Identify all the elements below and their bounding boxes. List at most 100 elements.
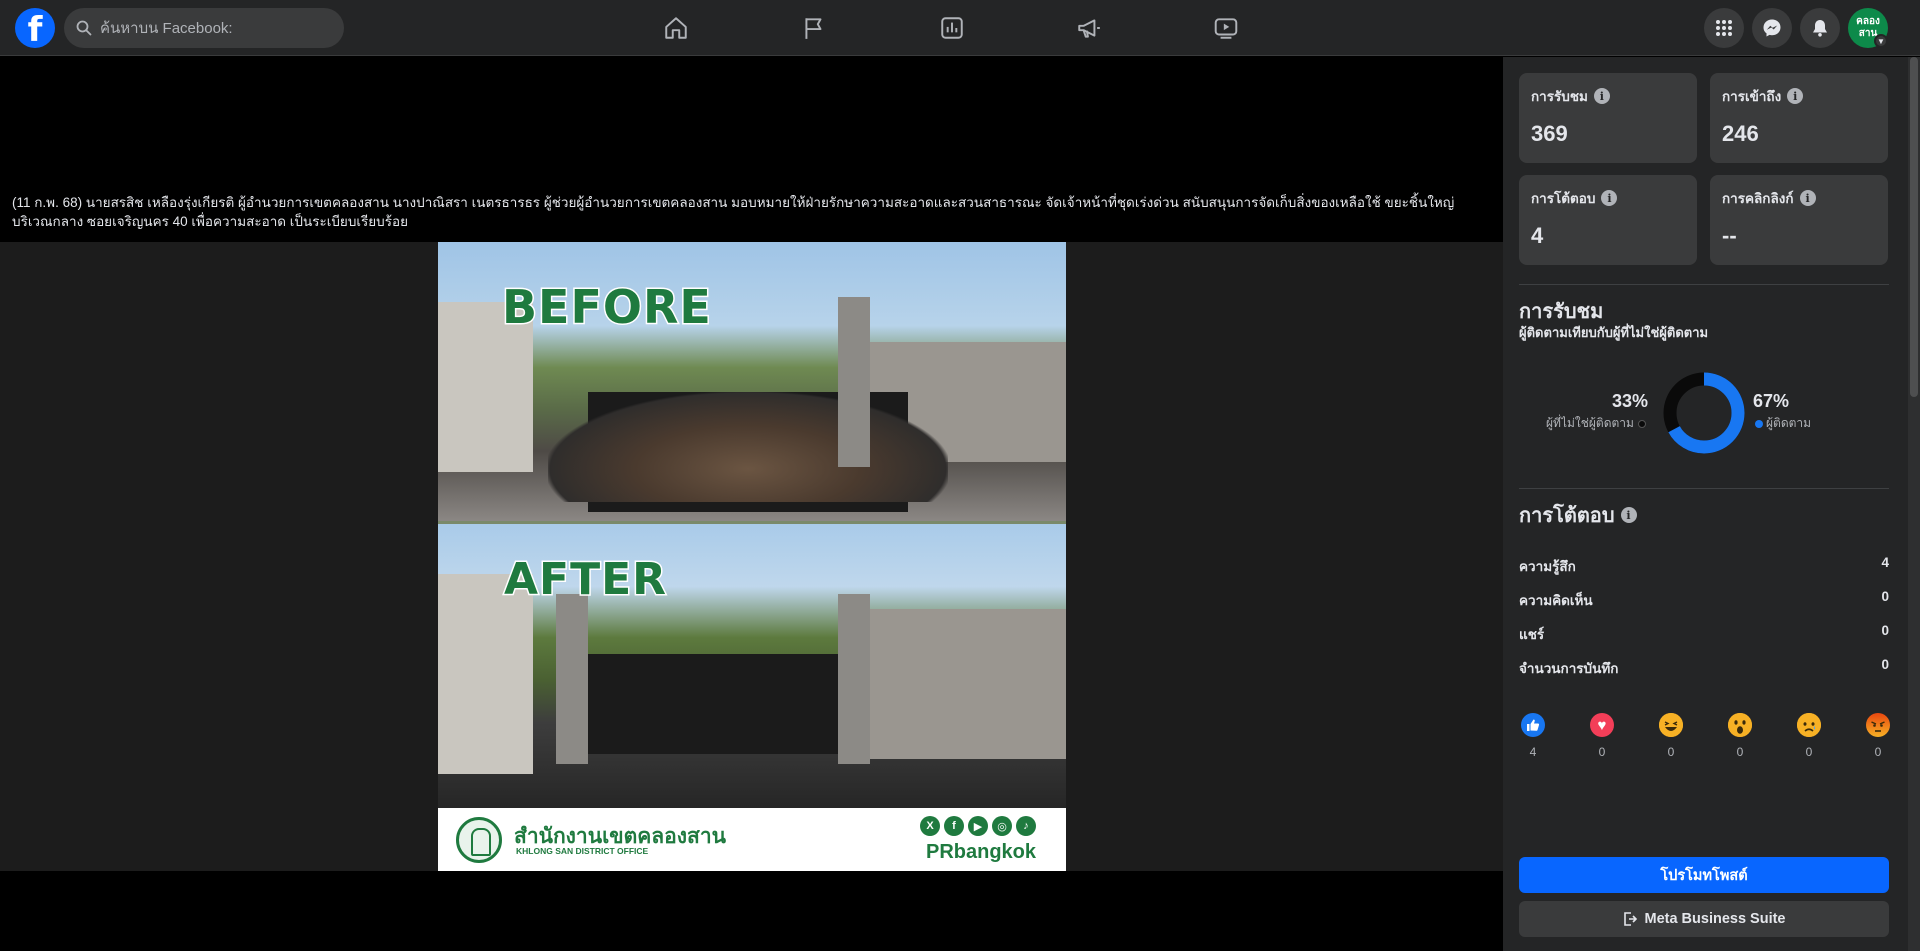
stat-value: 369 [1531, 121, 1568, 146]
reaction-sad: 0 [1794, 713, 1824, 759]
stat-value: 4 [1531, 223, 1544, 248]
info-icon[interactable]: i [1593, 88, 1610, 104]
external-open-icon [1624, 912, 1638, 926]
facebook-icon: f [944, 816, 964, 836]
menu-grid-icon[interactable] [1704, 8, 1744, 48]
info-icon[interactable]: i [1620, 507, 1637, 523]
reaction-count: 0 [1736, 745, 1744, 759]
reaction-count: 4 [1529, 745, 1537, 759]
stat-card-views[interactable]: การรับชม i 369 [1519, 73, 1697, 163]
chevron-down-icon[interactable]: ▼ [1874, 34, 1888, 48]
stat-label: การรับชม [1531, 89, 1588, 104]
like-icon [1521, 713, 1545, 737]
legend-label: ผู้ที่ไม่ใช่ผู้ติดตาม [1546, 416, 1634, 430]
non-followers-percent: 33% [1612, 391, 1649, 411]
interaction-row-reactions: ความรู้สึก 4 [1519, 555, 1889, 577]
pr-handle: PRbangkok [926, 841, 1037, 863]
notifications-bell-icon[interactable] [1800, 8, 1840, 48]
search-input[interactable] [100, 19, 320, 37]
row-value: 0 [1881, 623, 1889, 638]
legend-label: ผู้ติดตาม [1766, 416, 1812, 430]
row-label: ความคิดเห็น [1519, 593, 1593, 608]
gate-pillar [838, 594, 870, 764]
reaction-count: 0 [1874, 745, 1882, 759]
followers-percent: 67% [1753, 391, 1790, 411]
stat-card-reach[interactable]: การเข้าถึง i 246 [1710, 73, 1888, 163]
top-navigation-bar: f คลอง สาน ▼ [0, 0, 1920, 56]
info-icon[interactable]: i [1799, 190, 1816, 206]
watch-video-icon[interactable] [1210, 12, 1242, 44]
home-icon[interactable] [660, 12, 692, 44]
post-image[interactable]: BEFORE AFTER สำนักงานเขตคลองสาน KHLONG S… [438, 242, 1066, 871]
after-photo: AFTER [438, 524, 1066, 808]
love-icon: ♥ [1590, 713, 1614, 737]
legend-dot [1755, 419, 1763, 428]
reaction-angry: 0 [1863, 713, 1893, 759]
district-seal-icon [456, 817, 502, 863]
scrollbar[interactable] [1908, 57, 1920, 951]
reaction-love: ♥ 0 [1587, 713, 1617, 759]
section-title-text: การโต้ตอบ [1519, 505, 1615, 527]
post-media-area: (11 ก.พ. 68) นายสรสิช เหลืองรุ่งเกียรติ … [0, 57, 1503, 951]
reaction-count: 0 [1598, 745, 1606, 759]
reaction-wow: 0 [1725, 713, 1755, 759]
reaction-count: 0 [1667, 745, 1675, 759]
stat-label: การโต้ตอบ [1531, 191, 1596, 206]
row-value: 0 [1881, 657, 1889, 672]
stat-label: การเข้าถึง [1722, 89, 1782, 104]
info-icon[interactable]: i [1601, 190, 1618, 206]
divider [1519, 284, 1889, 285]
legend-dot [1637, 419, 1646, 428]
office-name-english: KHLONG SAN DISTRICT OFFICE [516, 846, 649, 856]
reaction-count: 0 [1805, 745, 1813, 759]
tiktok-icon: ♪ [1016, 816, 1036, 836]
stat-card-engagement[interactable]: การโต้ตอบ i 4 [1519, 175, 1697, 265]
interaction-row-saves: จำนวนการบันทึก 0 [1519, 657, 1889, 679]
ads-megaphone-icon[interactable] [1073, 12, 1105, 44]
interaction-row-shares: แชร์ 0 [1519, 623, 1889, 645]
stat-card-link-clicks[interactable]: การคลิกลิงก์ i -- [1710, 175, 1888, 265]
wow-icon [1728, 713, 1752, 737]
reaction-haha: 0 [1656, 713, 1686, 759]
gate-pillar [556, 594, 588, 764]
info-icon[interactable]: i [1787, 88, 1804, 104]
search-icon [76, 20, 92, 36]
meta-business-suite-button[interactable]: Meta Business Suite [1519, 901, 1889, 937]
before-label: BEFORE [501, 279, 713, 336]
image-footer-strip: สำนักงานเขตคลองสาน KHLONG SAN DISTRICT O… [438, 808, 1066, 871]
before-photo: BEFORE [438, 242, 1066, 521]
black-tarp [583, 654, 848, 754]
pages-flag-icon[interactable] [798, 12, 830, 44]
button-label: Meta Business Suite [1644, 911, 1786, 927]
followers-legend: ผู้ติดตาม [1755, 414, 1811, 433]
youtube-icon: ▶ [968, 816, 988, 836]
non-followers-legend: ผู้ที่ไม่ใช่ผู้ติดตาม [1546, 414, 1646, 433]
messenger-icon[interactable] [1752, 8, 1792, 48]
search-box[interactable] [64, 8, 344, 48]
row-value: 0 [1881, 589, 1889, 604]
row-value: 4 [1881, 555, 1889, 570]
sad-icon [1797, 713, 1821, 737]
concrete-wall [866, 609, 1066, 759]
promote-post-button[interactable]: โปรโมทโพสต์ [1519, 857, 1889, 893]
reaction-like: 4 [1518, 713, 1548, 759]
stat-label: การคลิกลิงก์ [1722, 191, 1794, 206]
social-icons: X f ▶ ◎ ♪ [920, 816, 1036, 836]
stat-value: 246 [1722, 121, 1759, 146]
row-label: จำนวนการบันทึก [1519, 661, 1619, 676]
after-label: AFTER [502, 553, 668, 607]
stat-value: -- [1722, 223, 1737, 248]
junk-pile [548, 392, 948, 502]
interaction-row-comments: ความคิดเห็น 0 [1519, 589, 1889, 611]
views-section-subtitle: ผู้ติดตามเทียบกับผู้ที่ไม่ใช่ผู้ติดตาม [1519, 325, 1709, 340]
gate-pillar [838, 297, 870, 467]
angry-icon [1866, 713, 1890, 737]
instagram-icon: ◎ [992, 816, 1012, 836]
divider [1519, 488, 1889, 489]
interactions-section-title: การโต้ตอบ i [1519, 499, 1637, 531]
insights-panel: การรับชม i 369 การเข้าถึง i 246 การโต้ตอบ i… [1503, 57, 1920, 951]
x-icon: X [920, 816, 940, 836]
post-caption: (11 ก.พ. 68) นายสรสิช เหลืองรุ่งเกียรติ … [12, 195, 1455, 229]
insights-icon[interactable] [936, 12, 968, 44]
facebook-logo-icon[interactable]: f [15, 8, 55, 48]
